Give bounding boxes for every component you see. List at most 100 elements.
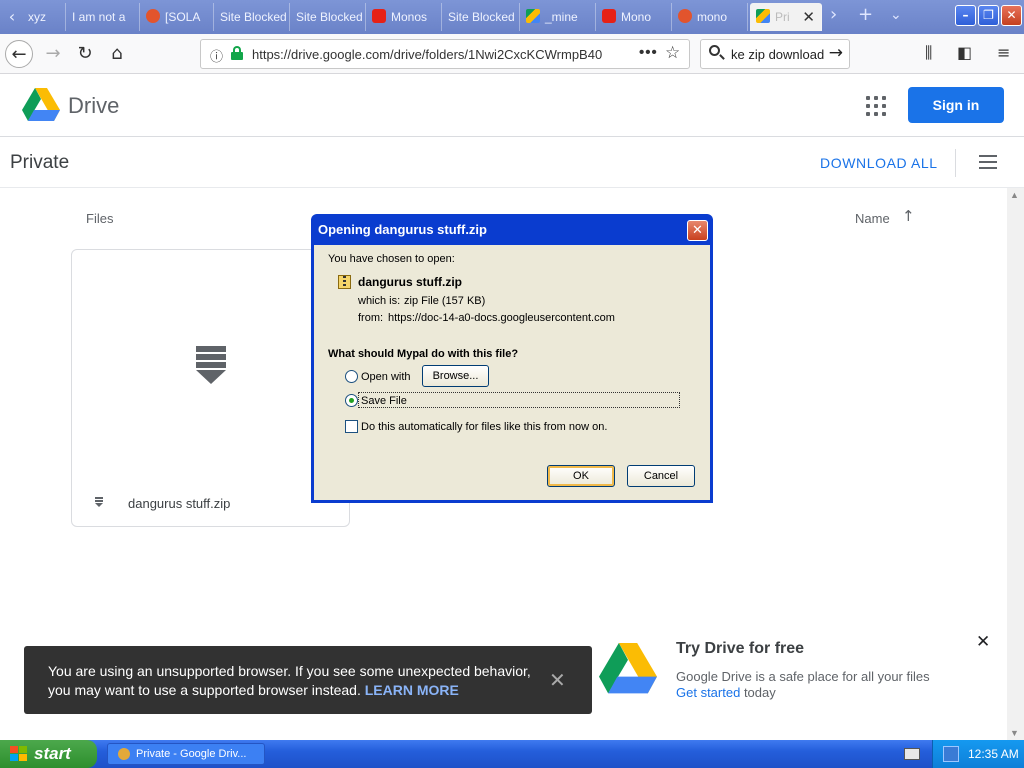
tab-label: Site Blocked bbox=[220, 10, 287, 24]
clock[interactable]: 12:35 AM bbox=[968, 747, 1019, 761]
tab[interactable]: Site Blocked bbox=[214, 3, 290, 31]
close-tab-icon[interactable]: ✕ bbox=[802, 3, 815, 31]
duckduckgo-icon bbox=[678, 9, 692, 23]
tab-scroll-left-icon[interactable]: ‹ bbox=[3, 6, 21, 28]
dialog-body: You have chosen to open: dangurus stuff.… bbox=[314, 245, 710, 500]
save-file-label[interactable]: Save File bbox=[361, 395, 407, 407]
tab-list-chevron-icon[interactable]: ⌄ bbox=[890, 7, 902, 23]
folder-title: Private bbox=[10, 152, 70, 173]
dialog-titlebar[interactable]: Opening dangurus stuff.zip ✕ bbox=[314, 217, 710, 245]
file-name: dangurus stuff.zip bbox=[128, 496, 231, 511]
close-window-button[interactable]: ✕ bbox=[1001, 5, 1022, 26]
start-label: start bbox=[34, 744, 71, 763]
bookmark-star-icon[interactable]: ☆ bbox=[665, 43, 680, 63]
page-actions-icon[interactable]: ••• bbox=[639, 44, 658, 61]
try-drive-promo: Try Drive for free Google Drive is a saf… bbox=[592, 626, 1002, 722]
keyboard-icon[interactable] bbox=[904, 748, 920, 760]
tab-label: [SOLA bbox=[165, 10, 201, 24]
youtube-icon bbox=[372, 9, 386, 23]
new-tab-icon[interactable]: + bbox=[858, 4, 873, 25]
sidebar-icon[interactable]: ◧ bbox=[957, 43, 972, 62]
sign-in-button[interactable]: Sign in bbox=[908, 87, 1004, 123]
promo-cta-suffix: today bbox=[743, 685, 776, 700]
url-text[interactable]: https://drive.google.com/drive/folders/1… bbox=[252, 47, 602, 62]
unsupported-browser-toast: You are using an unsupported browser. If… bbox=[24, 646, 592, 714]
site-info-icon[interactable]: ⓘ bbox=[210, 46, 223, 65]
save-file-radio[interactable] bbox=[345, 394, 358, 407]
promo-description: Google Drive is a safe place for all you… bbox=[676, 669, 930, 684]
download-all-button[interactable]: DOWNLOAD ALL bbox=[820, 155, 938, 171]
google-drive-logo-icon[interactable] bbox=[22, 88, 60, 122]
tab-label: Site Blocked bbox=[448, 10, 515, 24]
search-icon bbox=[709, 45, 725, 61]
file-card[interactable]: dangurus stuff.zip bbox=[71, 249, 350, 527]
tab[interactable]: Monos bbox=[366, 3, 442, 31]
tab[interactable]: _mine bbox=[520, 3, 596, 31]
open-with-radio[interactable] bbox=[345, 370, 358, 383]
browse-button[interactable]: Browse... bbox=[422, 365, 489, 387]
tab-label: Monos bbox=[391, 10, 428, 24]
tab[interactable]: Site Blocked bbox=[290, 3, 366, 31]
tab[interactable]: Site Blocked bbox=[442, 3, 520, 31]
list-view-icon[interactable] bbox=[979, 155, 997, 169]
search-input[interactable]: ke zip download bbox=[731, 47, 824, 62]
toast-close-icon[interactable]: ✕ bbox=[549, 668, 566, 692]
tab[interactable]: I am not a bbox=[66, 3, 140, 31]
google-apps-grid-icon[interactable] bbox=[866, 96, 886, 116]
tab-label: mono bbox=[697, 10, 728, 24]
tab-scroll-right-icon[interactable]: › bbox=[830, 4, 837, 25]
auto-action-checkbox[interactable] bbox=[345, 420, 358, 433]
dialog-title: Opening dangurus stuff.zip bbox=[318, 222, 487, 237]
scroll-down-arrow-icon[interactable]: ▼ bbox=[1010, 728, 1019, 738]
hamburger-menu-icon[interactable]: ≡ bbox=[997, 43, 1010, 62]
tab[interactable]: xyz bbox=[22, 3, 66, 31]
minimize-window-button[interactable]: – bbox=[955, 5, 976, 26]
system-tray: 12:35 AM bbox=[932, 740, 1024, 768]
tab-label: Pri bbox=[775, 10, 790, 24]
drive-app-name: Drive bbox=[68, 93, 120, 118]
home-icon[interactable]: ⌂ bbox=[103, 40, 131, 68]
dialog-question: What should Mypal do with this file? bbox=[328, 348, 519, 360]
back-button-icon[interactable]: ← bbox=[5, 40, 33, 68]
ok-button[interactable]: OK bbox=[547, 465, 615, 487]
tab[interactable]: Mono bbox=[596, 3, 672, 31]
sort-ascending-arrow-icon[interactable]: ↑ bbox=[902, 207, 915, 225]
folder-header: Private DOWNLOAD ALL bbox=[0, 138, 1024, 188]
search-bar[interactable]: ke zip download → bbox=[700, 39, 850, 69]
sort-by-name-button[interactable]: Name bbox=[855, 211, 890, 226]
zip-archive-icon bbox=[338, 275, 351, 289]
tab[interactable]: [SOLA bbox=[140, 3, 214, 31]
toast-message: You are using an unsupported browser. If… bbox=[48, 662, 548, 700]
download-dialog: Opening dangurus stuff.zip ✕ You have ch… bbox=[311, 214, 713, 503]
library-icon[interactable]: ⫼ bbox=[925, 43, 932, 63]
taskbar-window-button[interactable]: Private - Google Driv... bbox=[107, 743, 265, 765]
tab-label: _mine bbox=[545, 10, 578, 24]
dialog-close-button[interactable]: ✕ bbox=[687, 220, 708, 241]
which-is-label: which is: bbox=[358, 295, 401, 307]
tab[interactable]: mono bbox=[672, 3, 748, 31]
start-button[interactable]: start bbox=[0, 740, 97, 768]
network-icon[interactable] bbox=[943, 746, 959, 762]
dialog-intro: You have chosen to open: bbox=[328, 253, 455, 265]
scroll-up-arrow-icon[interactable]: ▲ bbox=[1010, 190, 1019, 200]
header-divider bbox=[955, 149, 956, 177]
tab-label: xyz bbox=[28, 10, 46, 24]
promo-close-icon[interactable]: ✕ bbox=[976, 632, 990, 652]
url-bar[interactable]: ⓘ https://drive.google.com/drive/folders… bbox=[200, 39, 690, 69]
open-with-label[interactable]: Open with bbox=[361, 371, 411, 383]
learn-more-link[interactable]: LEARN MORE bbox=[365, 682, 459, 698]
taskbar-window-label: Private - Google Driv... bbox=[136, 748, 247, 760]
get-started-link[interactable]: Get started bbox=[676, 685, 740, 700]
drive-icon bbox=[756, 9, 770, 23]
forward-button-icon[interactable]: → bbox=[39, 40, 67, 68]
cancel-button[interactable]: Cancel bbox=[627, 465, 695, 487]
tab-active[interactable]: Pri ✕ bbox=[750, 3, 822, 31]
search-go-arrow-icon[interactable]: → bbox=[829, 43, 843, 63]
restore-window-button[interactable]: ❐ bbox=[978, 5, 999, 26]
page-scrollbar[interactable]: ▲ ▼ bbox=[1007, 188, 1024, 740]
lock-icon bbox=[231, 46, 243, 60]
zip-file-preview-icon bbox=[196, 346, 226, 388]
reload-icon[interactable]: ↻ bbox=[71, 40, 99, 68]
drive-icon bbox=[526, 9, 540, 23]
auto-action-label[interactable]: Do this automatically for files like thi… bbox=[361, 421, 607, 433]
